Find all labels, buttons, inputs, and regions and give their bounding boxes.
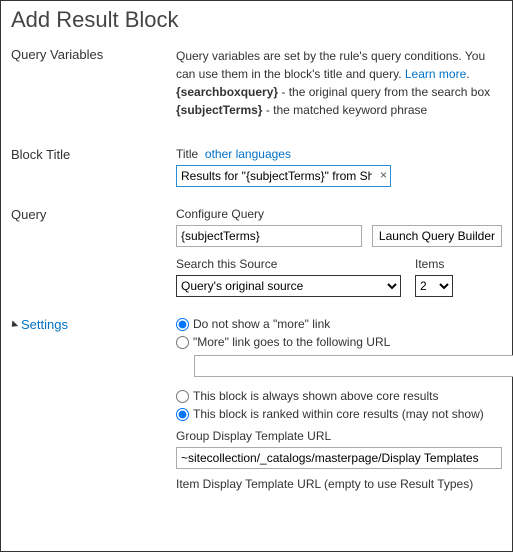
section-block-title: Block Title Title other languages × — [11, 147, 502, 187]
radio-above-core-label: This block is always shown above core re… — [193, 389, 438, 403]
clear-title-icon[interactable]: × — [380, 168, 387, 182]
radio-above-core[interactable] — [176, 390, 189, 403]
configure-query-label: Configure Query — [176, 207, 502, 221]
var-subjectterms-desc: - the matched keyword phrase — [262, 103, 427, 117]
section-query-variables: Query Variables Query variables are set … — [11, 47, 502, 127]
section-settings: Settings Do not show a "more" link "More… — [11, 317, 502, 495]
query-variables-desc: Query variables are set by the rule's qu… — [176, 47, 502, 119]
query-heading: Query — [11, 207, 176, 297]
more-url-input[interactable] — [194, 355, 513, 377]
settings-toggle[interactable]: Settings — [11, 317, 176, 332]
block-title-input[interactable] — [176, 165, 391, 187]
radio-no-more-link[interactable] — [176, 318, 189, 331]
block-title-heading: Block Title — [11, 147, 176, 187]
radio-more-url-label: "More" link goes to the following URL — [193, 335, 390, 349]
items-label: Items — [415, 257, 453, 271]
title-label: Title — [176, 147, 198, 161]
settings-heading: Settings — [21, 317, 68, 332]
other-languages-link[interactable]: other languages — [205, 147, 291, 161]
search-source-label: Search this Source — [176, 257, 401, 271]
group-display-label: Group Display Template URL — [176, 429, 502, 443]
items-select[interactable]: 2 — [415, 275, 453, 297]
learn-more-link[interactable]: Learn more — [405, 67, 466, 81]
var-searchboxquery: {searchboxquery} — [176, 85, 278, 99]
radio-no-more-label: Do not show a "more" link — [193, 317, 330, 331]
var-searchboxquery-desc: - the original query from the search box — [278, 85, 490, 99]
query-variables-heading: Query Variables — [11, 47, 176, 127]
radio-more-url[interactable] — [176, 336, 189, 349]
var-subjectterms: {subjectTerms} — [176, 103, 262, 117]
radio-ranked-core[interactable] — [176, 408, 189, 421]
dialog-title: Add Result Block — [1, 1, 512, 47]
configure-query-input[interactable] — [176, 225, 362, 247]
radio-ranked-core-label: This block is ranked within core results… — [193, 407, 484, 421]
caret-icon — [9, 320, 18, 329]
launch-query-builder-button[interactable]: Launch Query Builder — [372, 225, 502, 247]
section-query: Query Configure Query Launch Query Build… — [11, 207, 502, 297]
item-display-label: Item Display Template URL (empty to use … — [176, 477, 502, 491]
group-display-input[interactable] — [176, 447, 502, 469]
search-source-select[interactable]: Query's original source — [176, 275, 401, 297]
